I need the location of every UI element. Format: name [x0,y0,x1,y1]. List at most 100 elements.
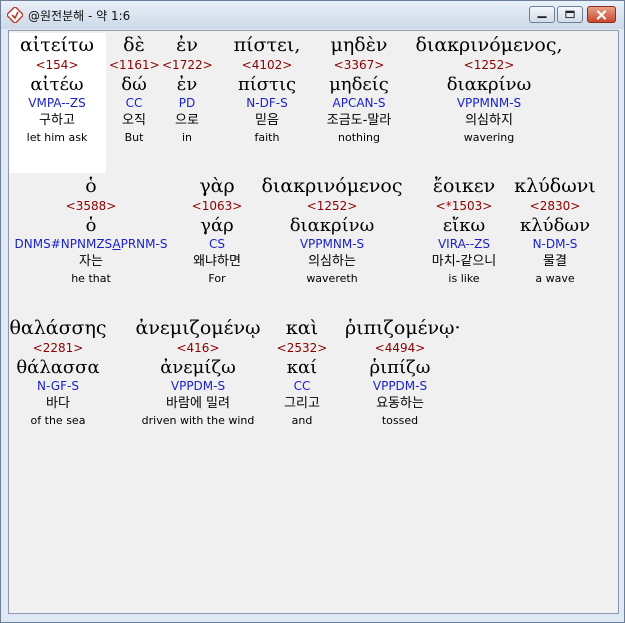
greek-word: ῥιπιζομένῳ· [345,317,461,339]
greek-word: ἐν [176,34,198,56]
morphology-code: VIRA--ZS [437,237,491,251]
word-column[interactable]: ἐν <1722> ἐν PD 으로 in [162,33,213,146]
english-gloss: But [124,131,144,144]
korean-gloss: 믿음 [255,113,279,128]
title-bar[interactable]: @원전분해 - 약 1:6 [1,1,624,29]
english-gloss: driven with the wind [141,414,255,427]
english-gloss: is like [448,272,480,285]
lemma: διακρίνω [446,74,532,95]
greek-word: ἔοικεν [432,175,496,197]
korean-gloss: 오직 [122,113,146,128]
english-gloss: wavereth [306,272,358,285]
lemma: ἐν [176,74,198,95]
word-column[interactable]: ὁ <3588> ὁ DNMS#NPNMZSAPRNM-S 자는 he that [9,174,173,287]
morphology-code: VPPDM-S [372,379,428,393]
lemma: θάλασσα [16,357,100,378]
english-gloss: faith [254,131,280,144]
morphology-code: VPPDM-S [170,379,226,393]
word-column[interactable]: ῥιπιζομένῳ· <4494> ῥιπίζω VPPDM-S 요동하는 t… [345,316,461,429]
greek-word: γὰρ [199,175,235,197]
interlinear-panel[interactable]: αἰτείτω <154> αἰτέω VMPA--ZS 구하고 let him… [8,30,619,614]
morphology-code: DNMS#NPNMZSAPRNM-S [14,237,168,251]
korean-gloss: 조금도-말라 [326,113,392,128]
greek-word: ὁ [85,175,97,197]
greek-word: καὶ [285,317,319,339]
app-icon [7,7,23,23]
korean-gloss: 바다 [46,396,70,411]
word-column[interactable]: αἰτείτω <154> αἰτέω VMPA--ZS 구하고 let him… [9,33,106,173]
korean-gloss: 의심하지 [465,113,513,128]
minimize-button[interactable] [529,6,555,23]
maximize-button[interactable] [557,6,583,23]
morphology-code: VMPA--ZS [28,96,86,110]
strong-number[interactable]: <1252> [257,198,407,214]
strong-number[interactable]: <416> [121,340,275,356]
maximize-icon [565,10,575,19]
word-column[interactable]: πίστει, <4102> πίστις N-DF-S 믿음 faith [224,33,310,146]
word-column[interactable]: θαλάσσης <2281> θάλασσα N-GF-S 바다 of the… [9,316,107,429]
close-button[interactable] [587,6,616,23]
word-column[interactable]: μηδὲν <3367> μηδείς APCAN-S 조금도-말라 nothi… [319,33,399,146]
english-gloss: he that [71,272,111,285]
lemma: διακρίνω [289,215,375,236]
word-column[interactable]: διακρινόμενος <1252> διακρίνω VPPMNM-S 의… [257,174,407,287]
app-window: @원전분해 - 약 1:6 αἰτείτω <154> αἰτέω VMPA--… [0,0,625,623]
english-gloss: of the sea [30,414,86,427]
morphology-code: N-DF-S [246,96,288,110]
korean-gloss: 왜냐하면 [193,254,241,269]
english-gloss: tossed [381,414,419,427]
korean-gloss: 마치-같으니 [431,254,497,269]
greek-word: πίστει, [233,34,301,56]
word-column[interactable]: ἀνεμιζομένῳ <416> ἀνεμίζω VPPDM-S 바람에 밀려… [121,316,275,429]
korean-gloss: 요동하는 [376,396,424,411]
korean-gloss: 그리고 [284,396,320,411]
greek-word: μηδὲν [330,34,388,56]
morphology-code: CC [293,379,311,393]
word-column[interactable]: ἔοικεν <*1503> εἴκω VIRA--ZS 마치-같으니 is l… [419,174,509,287]
word-column[interactable]: διακρινόμενος, <1252> διακρίνω VPPMNM-S … [409,33,569,146]
morphology-code: VPPMNM-S [456,96,522,110]
word-column[interactable]: γὰρ <1063> γάρ CS 왜냐하면 For [185,174,249,287]
word-column[interactable]: κλύδωνι <2830> κλύδων N-DM-S 물결 a wave [513,174,597,287]
english-gloss: a wave [535,272,575,285]
strong-number[interactable]: <1252> [409,57,569,73]
english-gloss: in [181,131,193,144]
morphology-code: CS [209,237,225,251]
strong-number[interactable]: <4494> [345,340,455,356]
lemma: ἀνεμίζω [160,357,236,378]
morphology-code: N-GF-S [37,379,79,393]
morphology-code: APCAN-S [332,96,386,110]
strong-number[interactable]: <1161> [109,57,160,73]
strong-number[interactable]: <3588> [9,198,173,214]
greek-word: ἀνεμιζομένῳ [135,317,261,339]
lemma: γάρ [200,215,234,236]
greek-word: διακρινόμενος, [415,34,563,56]
korean-gloss: 바람에 밀려 [166,396,230,411]
lemma: πίστις [237,74,297,95]
english-gloss: For [208,272,226,285]
strong-number[interactable]: <2830> [513,198,597,214]
strong-number[interactable]: <*1503> [419,198,509,214]
english-gloss: wavering [463,131,515,144]
minimize-icon [537,16,547,19]
greek-word: θαλάσσης [9,317,107,339]
korean-gloss: 구하고 [39,113,75,128]
morphology-code: CC [125,96,143,110]
korean-gloss: 의심하는 [308,254,356,269]
greek-word: κλύδωνι [514,175,596,197]
greek-word: δὲ [123,34,145,56]
korean-gloss: 으로 [175,113,199,128]
lemma: αἰτέω [30,74,84,95]
strong-number[interactable]: <1063> [185,198,249,214]
strong-number[interactable]: <2281> [9,340,107,356]
strong-number[interactable]: <154> [9,57,106,73]
strong-number[interactable]: <4102> [224,57,310,73]
strong-number[interactable]: <3367> [319,57,399,73]
strong-number[interactable]: <2532> [275,340,329,356]
greek-word: αἰτείτω [19,34,95,56]
word-column[interactable]: δὲ <1161> δώ CC 오직 But [109,33,160,146]
greek-word: διακρινόμενος [261,175,403,197]
word-column[interactable]: καὶ <2532> καί CC 그리고 and [275,316,329,429]
strong-number[interactable]: <1722> [162,57,213,73]
lemma: ῥιπίζω [369,357,431,378]
